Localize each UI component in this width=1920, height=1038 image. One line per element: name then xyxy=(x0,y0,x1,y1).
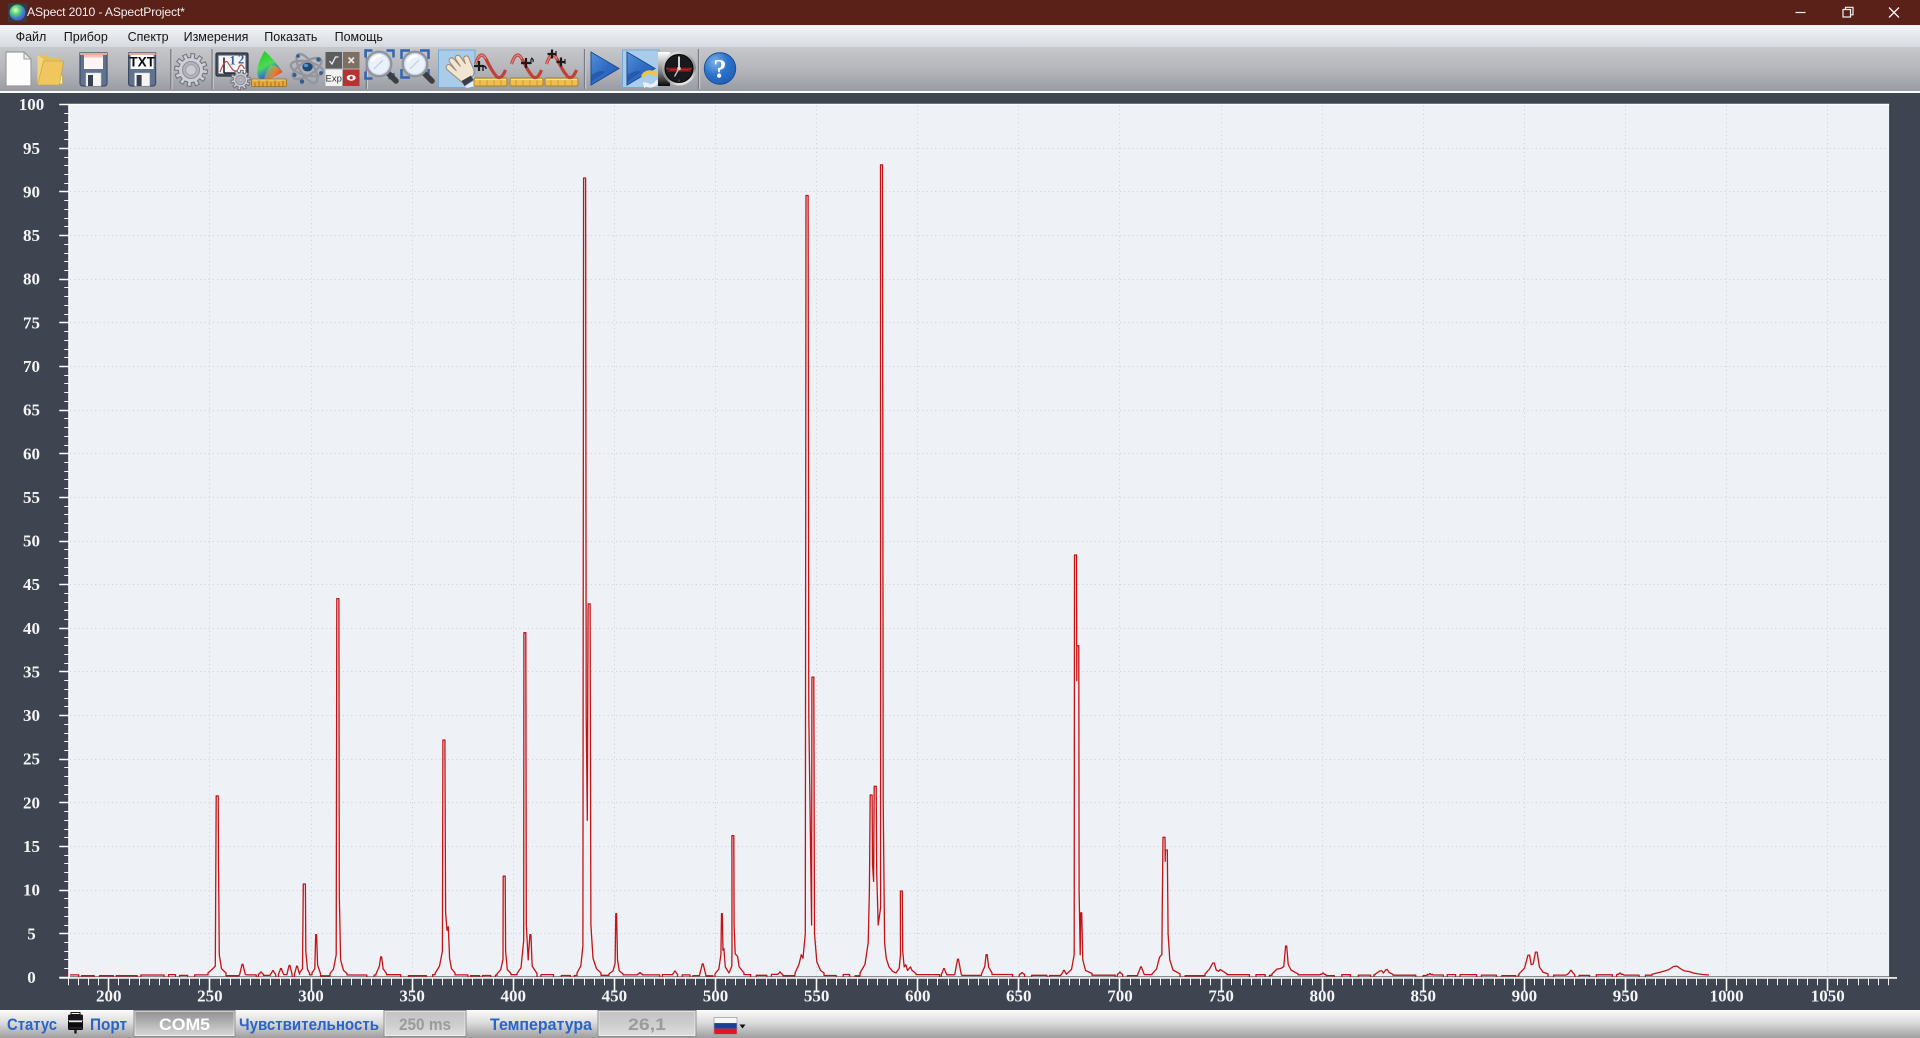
svg-text:250: 250 xyxy=(197,986,223,1005)
svg-text:Статус: Статус xyxy=(7,1015,57,1034)
svg-text:55: 55 xyxy=(23,488,40,507)
svg-text:450: 450 xyxy=(602,986,628,1005)
svg-text:35: 35 xyxy=(23,663,40,682)
svg-text:10: 10 xyxy=(23,881,40,900)
svg-text:26,1: 26,1 xyxy=(628,1015,666,1034)
svg-text:600: 600 xyxy=(905,986,931,1005)
svg-text:45: 45 xyxy=(23,575,40,594)
svg-text:70: 70 xyxy=(23,357,40,376)
svg-text:700: 700 xyxy=(1107,986,1133,1005)
svg-text:80: 80 xyxy=(23,270,40,289)
svg-text:Порт: Порт xyxy=(90,1015,127,1034)
svg-text:Exp: Exp xyxy=(326,74,342,85)
svg-text:900: 900 xyxy=(1512,986,1538,1005)
svg-text:25: 25 xyxy=(23,750,40,769)
svg-text:20: 20 xyxy=(23,793,40,812)
svg-text:1000: 1000 xyxy=(1710,986,1744,1005)
svg-text:5: 5 xyxy=(27,924,36,943)
svg-text:1050: 1050 xyxy=(1811,986,1845,1005)
svg-text:COM5: COM5 xyxy=(159,1015,210,1034)
svg-text:60: 60 xyxy=(23,444,40,463)
svg-text:95: 95 xyxy=(23,139,40,158)
svg-text:2: 2 xyxy=(238,53,244,67)
svg-text:65: 65 xyxy=(23,401,40,420)
svg-text:650: 650 xyxy=(1006,986,1032,1005)
svg-text:350: 350 xyxy=(399,986,425,1005)
svg-text:300: 300 xyxy=(298,986,324,1005)
svg-text:550: 550 xyxy=(804,986,830,1005)
svg-text:90: 90 xyxy=(23,183,40,202)
svg-text:Температура: Температура xyxy=(490,1015,593,1034)
svg-text:0: 0 xyxy=(27,968,36,987)
svg-text:250 ms: 250 ms xyxy=(399,1015,451,1034)
svg-text:15: 15 xyxy=(23,837,40,856)
svg-text:85: 85 xyxy=(23,226,40,245)
svg-text:500: 500 xyxy=(703,986,729,1005)
svg-text:50: 50 xyxy=(23,532,40,551)
svg-text:Чувствительность: Чувствительность xyxy=(239,1015,379,1034)
svg-text:TXT: TXT xyxy=(129,55,155,70)
svg-text:200: 200 xyxy=(96,986,122,1005)
svg-text:400: 400 xyxy=(501,986,527,1005)
svg-text:800: 800 xyxy=(1309,986,1335,1005)
svg-text:750: 750 xyxy=(1208,986,1234,1005)
svg-text:40: 40 xyxy=(23,619,40,638)
svg-text:1: 1 xyxy=(230,54,236,68)
svg-text:?: ? xyxy=(714,55,727,84)
svg-text:850: 850 xyxy=(1411,986,1437,1005)
svg-text:30: 30 xyxy=(23,706,40,725)
svg-text:75: 75 xyxy=(23,313,40,332)
svg-text:100: 100 xyxy=(19,95,45,114)
svg-text:950: 950 xyxy=(1613,986,1639,1005)
